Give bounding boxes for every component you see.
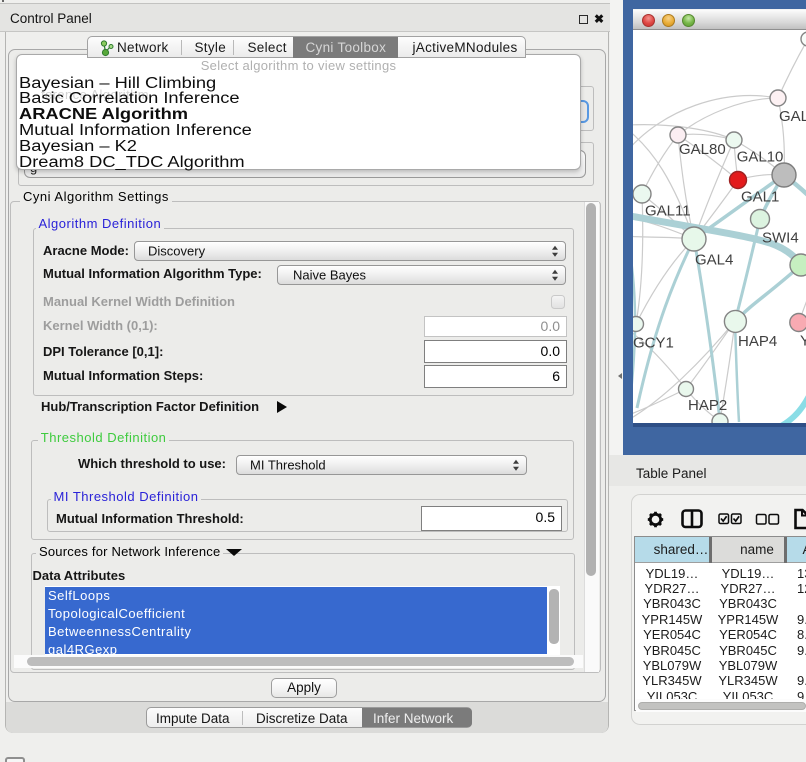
svg-text:GAL7: GAL7 (779, 108, 806, 125)
svg-text:GAL11: GAL11 (645, 203, 691, 220)
svg-text:GAL80: GAL80 (679, 141, 726, 158)
svg-text:SWI4: SWI4 (762, 230, 799, 247)
svg-text:HAP4: HAP4 (738, 333, 777, 350)
svg-text:GAL1: GAL1 (741, 189, 779, 206)
svg-text:GAL4: GAL4 (695, 252, 733, 269)
svg-text:GCY1: GCY1 (633, 335, 674, 352)
svg-text:HAP2: HAP2 (688, 397, 727, 414)
svg-text:GAL10: GAL10 (737, 148, 784, 165)
svg-text:YJ: YJ (800, 333, 806, 350)
